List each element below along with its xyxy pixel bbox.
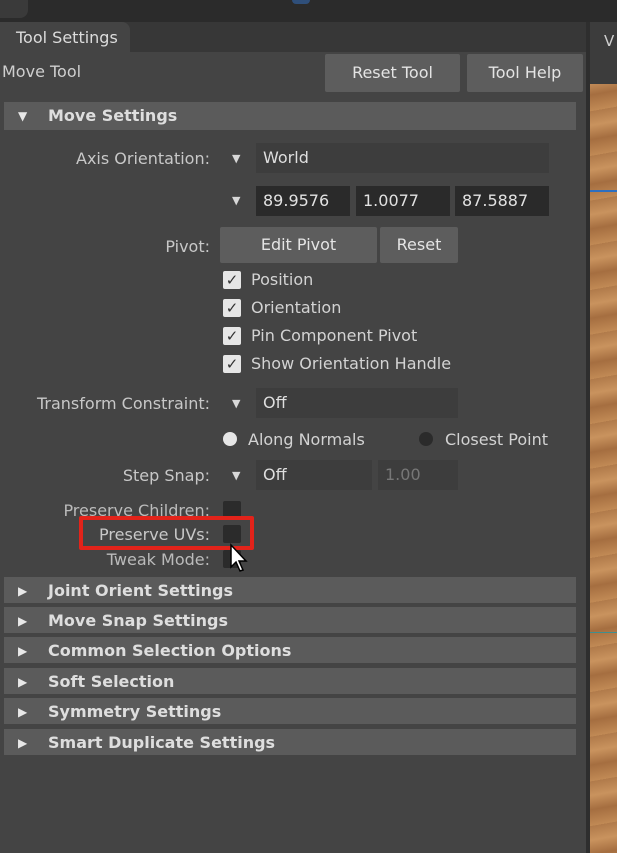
transform-constraint-label: Transform Constraint: <box>36 394 210 413</box>
position-checkbox-label: Position <box>251 270 314 289</box>
tab-tool-settings-label: Tool Settings <box>16 28 118 47</box>
dropdown-arrow-icon[interactable]: ▼ <box>232 152 240 165</box>
closest-point-radio[interactable] <box>419 432 433 446</box>
viewport-header: V <box>590 22 617 84</box>
section-joint-orient-settings[interactable]: ▶ Joint Orient Settings <box>4 577 576 603</box>
axis-orientation-label: Axis Orientation: <box>76 149 210 168</box>
top-bar-corner <box>0 0 28 18</box>
tool-name: Move Tool <box>2 62 82 81</box>
checkmark-icon: ✓ <box>225 299 239 317</box>
section-label: Joint Orient Settings <box>48 581 233 600</box>
checkmark-icon: ✓ <box>225 271 239 289</box>
viewport-grid-line <box>590 632 617 633</box>
axis-orientation-dropdown[interactable]: World <box>256 143 549 173</box>
annotation-highlight-box <box>79 516 254 550</box>
section-smart-duplicate-settings[interactable]: ▶ Smart Duplicate Settings <box>4 729 576 755</box>
expand-arrow-icon: ▶ <box>18 614 28 628</box>
section-symmetry-settings[interactable]: ▶ Symmetry Settings <box>4 698 576 724</box>
expand-arrow-icon: ▶ <box>18 736 28 750</box>
along-normals-radio[interactable] <box>223 432 237 446</box>
step-snap-amount-input[interactable]: 1.00 <box>378 460 458 490</box>
section-label: Move Settings <box>48 106 178 125</box>
section-soft-selection[interactable]: ▶ Soft Selection <box>4 668 576 694</box>
tool-help-button[interactable]: Tool Help <box>467 54 583 92</box>
show-orientation-handle-checkbox[interactable]: ✓ <box>223 355 241 373</box>
reset-pivot-button[interactable]: Reset <box>380 227 458 263</box>
along-normals-label: Along Normals <box>248 430 365 449</box>
closest-point-label: Closest Point <box>445 430 549 449</box>
step-snap-label: Step Snap: <box>122 466 210 485</box>
viewport-3d[interactable]: V <box>590 22 617 853</box>
expand-arrow-icon: ▶ <box>18 705 28 719</box>
section-label: Symmetry Settings <box>48 702 222 721</box>
dropdown-arrow-icon[interactable]: ▼ <box>232 194 240 207</box>
top-bar-accent <box>292 0 310 4</box>
pivot-label: Pivot: <box>165 237 210 256</box>
viewport-label: V <box>604 32 615 50</box>
show-orientation-handle-checkbox-label: Show Orientation Handle <box>251 354 452 373</box>
expand-arrow-icon: ▶ <box>18 675 28 689</box>
position-checkbox[interactable]: ✓ <box>223 271 241 289</box>
section-label: Common Selection Options <box>48 641 292 660</box>
collapse-arrow-icon: ▼ <box>18 109 28 123</box>
edit-pivot-button[interactable]: Edit Pivot <box>220 227 377 263</box>
top-bar <box>0 0 617 22</box>
expand-arrow-icon: ▶ <box>18 644 28 658</box>
pin-component-pivot-checkbox-label: Pin Component Pivot <box>251 326 418 345</box>
checkmark-icon: ✓ <box>225 355 239 373</box>
mouse-cursor-icon <box>230 543 248 572</box>
section-move-snap-settings[interactable]: ▶ Move Snap Settings <box>4 607 576 633</box>
section-label: Smart Duplicate Settings <box>48 733 276 752</box>
orientation-checkbox-label: Orientation <box>251 298 342 317</box>
tab-tool-settings[interactable]: Tool Settings <box>0 22 130 52</box>
dropdown-arrow-icon[interactable]: ▼ <box>232 469 240 482</box>
viewport-grid-line <box>590 190 617 192</box>
pin-component-pivot-checkbox[interactable]: ✓ <box>223 327 241 345</box>
checkmark-icon: ✓ <box>225 327 239 345</box>
section-label: Move Snap Settings <box>48 611 229 630</box>
expand-arrow-icon: ▶ <box>18 584 28 598</box>
axis-value-x-input[interactable]: 89.9576 <box>256 186 350 216</box>
tweak-mode-label: Tweak Mode: <box>106 550 210 569</box>
dropdown-arrow-icon[interactable]: ▼ <box>232 397 240 410</box>
reset-tool-button[interactable]: Reset Tool <box>325 54 460 92</box>
axis-value-y-input[interactable]: 1.0077 <box>356 186 450 216</box>
section-label: Soft Selection <box>48 672 175 691</box>
section-move-settings[interactable]: ▼ Move Settings <box>4 102 576 130</box>
section-common-selection-options[interactable]: ▶ Common Selection Options <box>4 637 576 663</box>
transform-constraint-dropdown[interactable]: Off <box>256 388 458 418</box>
axis-value-z-input[interactable]: 87.5887 <box>455 186 549 216</box>
step-snap-dropdown[interactable]: Off <box>256 460 372 490</box>
orientation-checkbox[interactable]: ✓ <box>223 299 241 317</box>
